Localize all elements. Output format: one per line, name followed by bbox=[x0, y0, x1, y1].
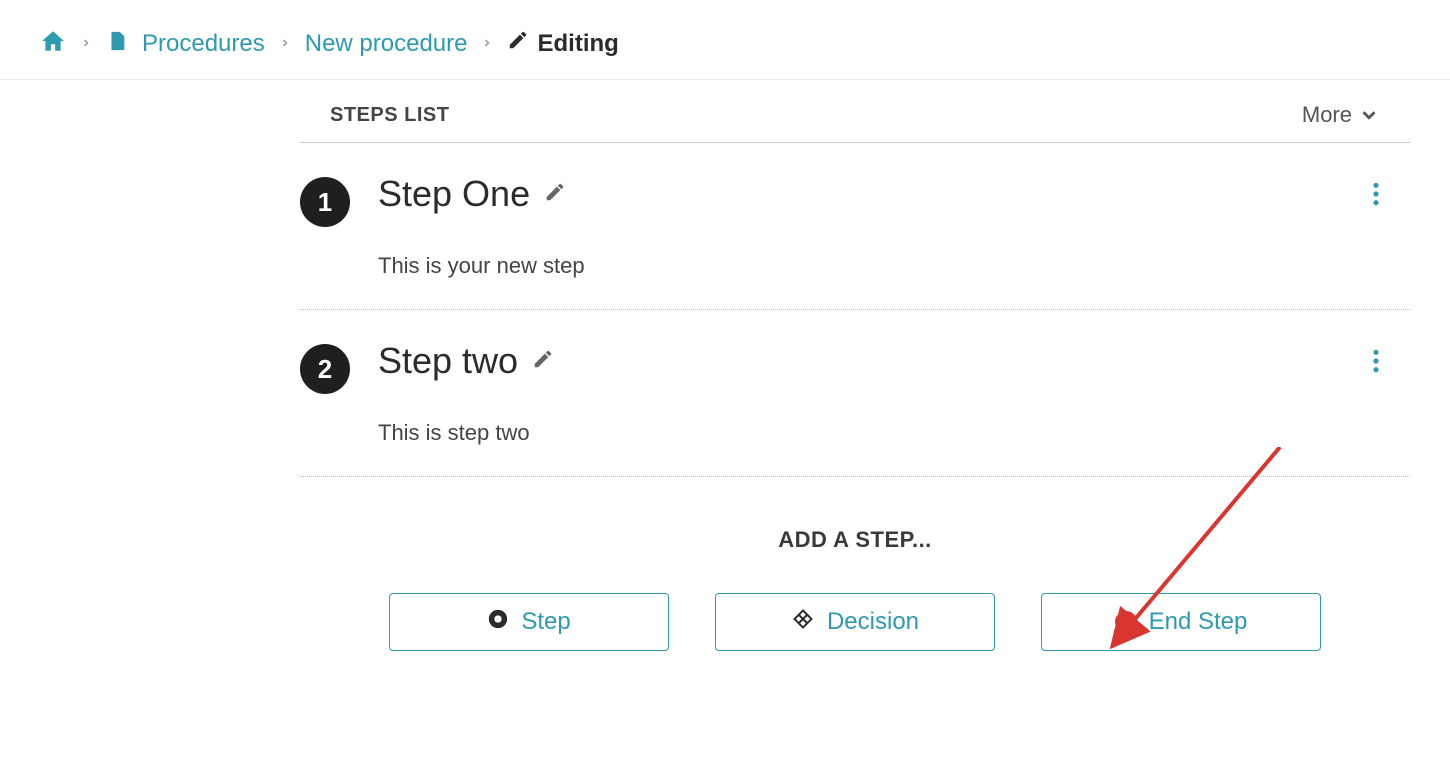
step-title: Step One bbox=[378, 173, 530, 215]
add-decision-button[interactable]: Decision bbox=[715, 593, 995, 651]
add-end-step-label: End Step bbox=[1149, 608, 1248, 636]
pencil-icon[interactable] bbox=[544, 181, 566, 208]
steps-list-title: STEPS LIST bbox=[330, 104, 449, 127]
home-icon[interactable] bbox=[40, 28, 66, 59]
step-number-badge: 2 bbox=[300, 344, 350, 394]
breadcrumb-editing: Editing bbox=[507, 29, 618, 58]
breadcrumb-new-procedure[interactable]: New procedure bbox=[305, 30, 468, 58]
step-title-row: Step two bbox=[378, 340, 1372, 382]
end-step-icon bbox=[1115, 611, 1137, 633]
chevron-down-icon bbox=[1358, 104, 1380, 126]
step-row: 2 Step two This is step two bbox=[300, 310, 1410, 477]
step-number-badge: 1 bbox=[300, 177, 350, 227]
add-end-step-button[interactable]: End Step bbox=[1041, 593, 1321, 651]
step-body: Step One This is your new step bbox=[350, 173, 1372, 279]
breadcrumb-procedures[interactable]: Procedures bbox=[142, 30, 265, 58]
decision-icon bbox=[791, 607, 815, 638]
pencil-icon bbox=[507, 29, 529, 58]
add-step-buttons: Step Decision End Step bbox=[330, 593, 1380, 651]
step-description: This is your new step bbox=[378, 253, 1372, 279]
add-step-label: Step bbox=[521, 608, 570, 636]
breadcrumb: Procedures New procedure Editing bbox=[0, 0, 1450, 80]
add-step-title: ADD A STEP... bbox=[330, 527, 1380, 553]
kebab-menu-icon[interactable] bbox=[1372, 340, 1380, 379]
steps-list-header: STEPS LIST More bbox=[300, 80, 1410, 143]
breadcrumb-editing-label: Editing bbox=[537, 30, 618, 58]
add-step-button[interactable]: Step bbox=[389, 593, 669, 651]
chevron-right-icon bbox=[279, 33, 291, 54]
step-body: Step two This is step two bbox=[350, 340, 1372, 446]
step-row: 1 Step One This is your new step bbox=[300, 143, 1410, 310]
step-description: This is step two bbox=[378, 420, 1372, 446]
more-toggle[interactable]: More bbox=[1302, 102, 1380, 128]
more-label: More bbox=[1302, 102, 1352, 128]
main-content: STEPS LIST More 1 Step One This is your … bbox=[0, 80, 1450, 681]
kebab-menu-icon[interactable] bbox=[1372, 173, 1380, 212]
chevron-right-icon bbox=[80, 33, 92, 54]
step-title-row: Step One bbox=[378, 173, 1372, 215]
pencil-icon[interactable] bbox=[532, 348, 554, 375]
file-icon[interactable] bbox=[106, 28, 128, 59]
step-title: Step two bbox=[378, 340, 518, 382]
add-step-section: ADD A STEP... Step Decision End Step bbox=[300, 477, 1410, 681]
add-decision-label: Decision bbox=[827, 608, 919, 636]
step-dot-icon bbox=[487, 608, 509, 637]
chevron-right-icon bbox=[481, 33, 493, 54]
